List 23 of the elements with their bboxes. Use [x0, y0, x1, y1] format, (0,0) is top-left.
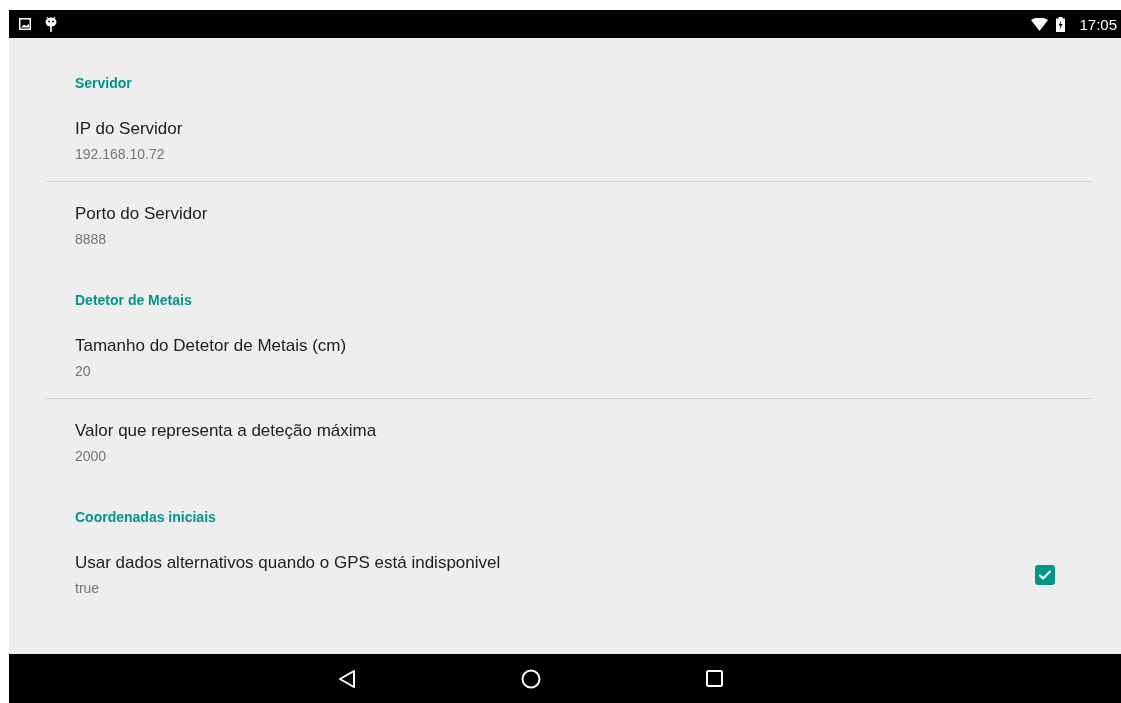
setting-summary: 192.168.10.72: [75, 145, 166, 164]
checkbox[interactable]: [1035, 564, 1055, 585]
back-icon[interactable]: [337, 668, 356, 689]
wifi-icon: [1031, 17, 1049, 31]
setting-summary: 8888: [75, 230, 108, 249]
recents-icon[interactable]: [705, 670, 723, 687]
setting-title[interactable]: Tamanho do Detetor de Metais (cm): [75, 334, 1055, 358]
picture-icon: [19, 18, 31, 30]
setting-title[interactable]: IP do Servidor: [75, 117, 1055, 141]
setting-title[interactable]: Usar dados alternativos quando o GPS está indisponivel: [75, 551, 1035, 575]
setting-summary: 20: [75, 362, 92, 381]
setting-title[interactable]: Porto do Servidor: [75, 202, 1055, 226]
category-header: Servidor: [74, 74, 133, 93]
setting-summary: 2000: [75, 447, 108, 466]
checkmark-icon: [1038, 568, 1052, 581]
home-icon[interactable]: [520, 668, 541, 689]
clock-time: 17:05: [1079, 15, 1117, 33]
battery-charging-icon: [1056, 16, 1066, 32]
category-header: Detetor de Metais: [74, 291, 193, 310]
setting-title[interactable]: Valor que representa a deteção máxima: [75, 419, 1055, 443]
android-icon: [45, 15, 57, 33]
category-header: Coordenadas iniciais: [74, 508, 217, 527]
setting-summary: true: [75, 579, 101, 598]
